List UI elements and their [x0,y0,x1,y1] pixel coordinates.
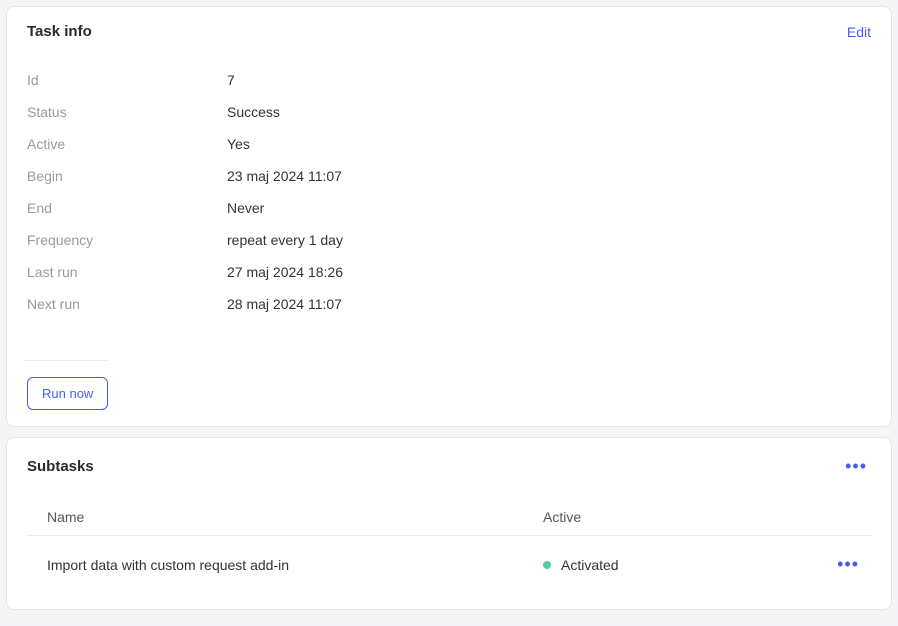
subtask-active: Activated [543,557,823,573]
subtasks-card: Subtasks ••• Name Active Import data wit… [6,437,892,610]
edit-link[interactable]: Edit [847,24,871,40]
field-value: 28 maj 2024 11:07 [227,296,342,312]
subtask-actions: ••• [823,554,863,575]
field-id: Id 7 [27,64,871,96]
subtask-active-label: Activated [561,557,619,573]
subtasks-table-header: Name Active [27,499,871,536]
subtasks-table: Name Active Import data with custom requ… [27,499,871,593]
field-frequency: Frequency repeat every 1 day [27,224,871,256]
task-info-card: Task info Edit Id 7 Status Success Activ… [6,6,892,427]
field-value: 7 [227,72,235,88]
field-label: Next run [27,296,227,312]
run-now-button[interactable]: Run now [27,377,108,410]
subtasks-title: Subtasks [27,458,94,475]
task-info-title: Task info [27,23,92,40]
field-status: Status Success [27,96,871,128]
field-value: Never [227,200,264,216]
field-label: Last run [27,264,227,280]
task-info-header: Task info Edit [27,23,871,40]
field-value: repeat every 1 day [227,232,343,248]
field-value: 27 maj 2024 18:26 [227,264,343,280]
table-row: Import data with custom request add-in A… [27,536,871,593]
column-name-header: Name [47,509,543,525]
field-active: Active Yes [27,128,871,160]
row-more-icon[interactable]: ••• [833,552,863,576]
column-active-header: Active [543,509,823,525]
field-label: Status [27,104,227,120]
status-dot-icon [543,561,551,569]
field-label: Id [27,72,227,88]
field-value: Yes [227,136,250,152]
field-last-run: Last run 27 maj 2024 18:26 [27,256,871,288]
field-begin: Begin 23 maj 2024 11:07 [27,160,871,192]
field-label: Frequency [27,232,227,248]
field-label: Active [27,136,227,152]
field-label: Begin [27,168,227,184]
divider [23,360,108,361]
field-value: 23 maj 2024 11:07 [227,168,342,184]
more-icon[interactable]: ••• [841,454,871,479]
subtasks-header: Subtasks ••• [27,454,871,479]
task-actions: Run now [27,344,871,410]
field-value: Success [227,104,280,120]
subtask-name: Import data with custom request add-in [47,557,543,573]
field-next-run: Next run 28 maj 2024 11:07 [27,288,871,320]
field-label: End [27,200,227,216]
task-info-fields: Id 7 Status Success Active Yes Begin 23 … [27,64,871,320]
field-end: End Never [27,192,871,224]
column-actions-header [823,509,863,525]
